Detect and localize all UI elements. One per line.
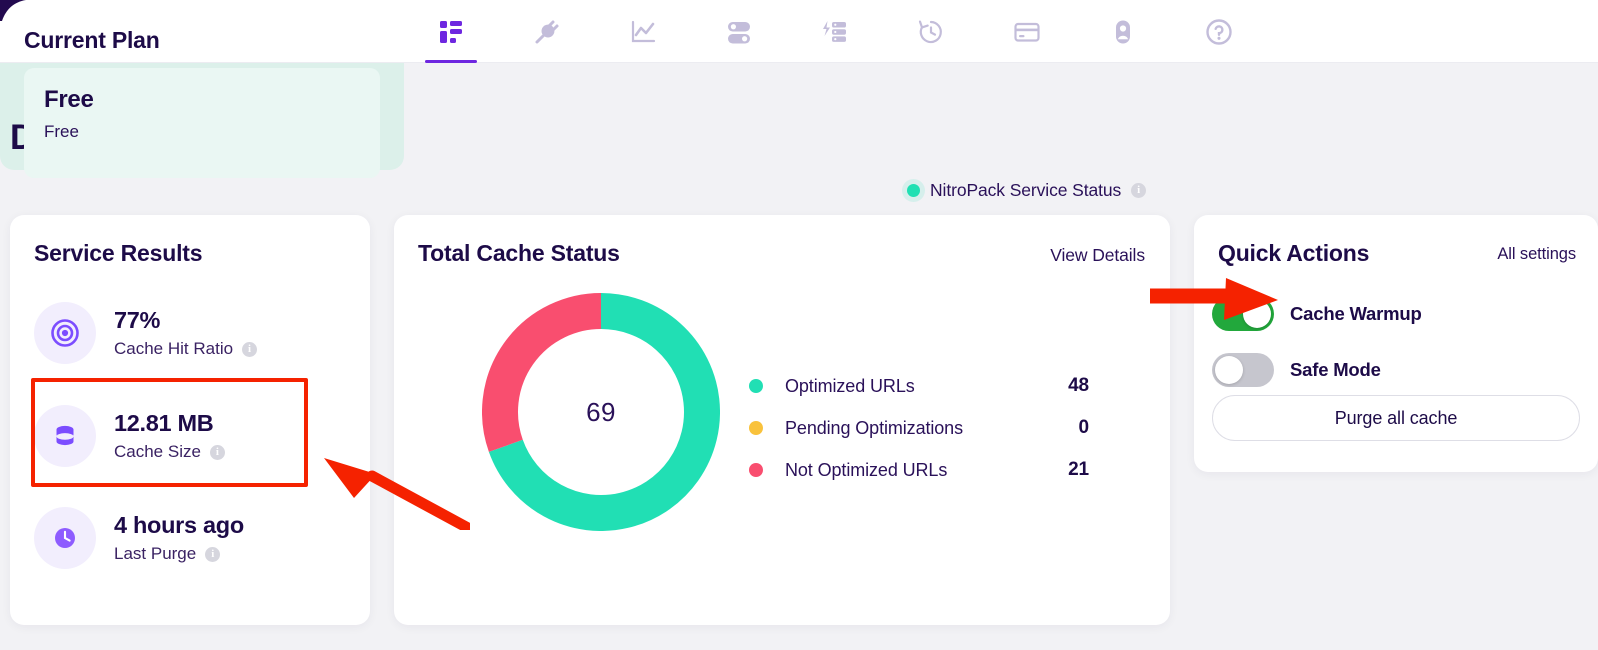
info-icon[interactable]: i — [209, 444, 225, 460]
active-tab-indicator — [425, 60, 477, 63]
plan-name: Free — [44, 86, 94, 113]
legend-dot-icon — [749, 421, 763, 435]
legend-label: Pending Optimizations — [785, 417, 963, 438]
line-chart-icon — [631, 20, 656, 42]
nav-tab-analytics[interactable] — [612, 0, 674, 63]
donut-center-total: 69 — [586, 396, 616, 427]
current-plan-title: Current Plan — [24, 27, 160, 53]
service-result-label-row: Cache Hit Ratio i — [114, 339, 258, 359]
info-icon[interactable]: i — [205, 546, 221, 562]
service-result-label-row: Last Purge i — [114, 544, 244, 564]
top-navigation-bar — [0, 0, 1598, 63]
nav-tab-list — [420, 0, 1250, 63]
cache-warmup-toggle[interactable] — [1212, 297, 1274, 331]
service-result-value: 12.81 MB — [114, 410, 214, 436]
service-result-label: Cache Size — [114, 442, 201, 461]
nav-tab-dashboard[interactable] — [420, 0, 482, 63]
quick-action-safe-mode: Safe Mode — [1212, 353, 1381, 387]
service-result-last-purge[interactable]: 4 hours ago Last Purge i — [34, 495, 334, 581]
service-status-label: NitroPack Service Status — [930, 179, 1122, 200]
nav-tab-account[interactable] — [1092, 0, 1154, 63]
legend-item-not-optimized-urls: Not Optimized URLs 21 — [749, 449, 1089, 491]
question-mark-icon — [1206, 18, 1232, 45]
legend-item-pending-optimizations: Pending Optimizations 0 — [749, 407, 1089, 449]
lightning-list-icon — [823, 20, 846, 42]
nav-tab-settings[interactable] — [708, 0, 770, 63]
service-result-cache-size[interactable]: 12.81 MB Cache Size i — [34, 393, 334, 479]
plan-subtitle: Free — [44, 122, 79, 141]
all-settings-link[interactable]: All settings — [1497, 245, 1576, 264]
legend-label: Not Optimized URLs — [785, 459, 948, 480]
legend-dot-icon — [749, 463, 763, 477]
nav-tab-plugins[interactable] — [516, 0, 578, 63]
dashboard-icon — [440, 20, 462, 43]
toggle-knob — [1215, 356, 1243, 384]
legend-value: 21 — [1068, 459, 1089, 480]
quick-action-cache-warmup: Cache Warmup — [1212, 297, 1422, 331]
clock-rewind-icon — [918, 20, 942, 43]
clock-icon — [34, 507, 96, 569]
nitropack-service-status: NitroPack Service Status i — [907, 177, 1147, 203]
info-icon[interactable]: i — [242, 341, 258, 357]
service-result-value: 4 hours ago — [114, 512, 244, 538]
service-result-label: Last Purge — [114, 544, 197, 563]
cache-warmup-label: Cache Warmup — [1290, 303, 1422, 324]
nav-tab-billing[interactable] — [996, 0, 1058, 63]
toggles-icon — [728, 21, 750, 43]
nav-tab-history[interactable] — [900, 0, 962, 63]
current-plan-inner-panel: Free Free — [24, 68, 380, 178]
user-icon — [1116, 20, 1130, 43]
view-details-link[interactable]: View Details — [1050, 245, 1145, 266]
info-icon[interactable]: i — [1131, 182, 1147, 198]
legend-value: 0 — [1078, 417, 1090, 438]
service-result-label-row: Cache Size i — [114, 442, 225, 462]
credit-card-icon — [1014, 22, 1040, 42]
legend-dot-icon — [749, 379, 763, 393]
service-result-cache-hit-ratio[interactable]: 77% Cache Hit Ratio i — [34, 290, 334, 376]
service-result-value: 77% — [114, 307, 161, 333]
brand-logo-corner — [0, 0, 30, 22]
status-dot-icon — [907, 183, 920, 197]
safe-mode-label: Safe Mode — [1290, 359, 1381, 380]
safe-mode-toggle[interactable] — [1212, 353, 1274, 387]
total-cache-status-title: Total Cache Status — [418, 240, 620, 266]
target-icon — [34, 302, 96, 364]
service-result-label: Cache Hit Ratio — [114, 339, 234, 358]
toggle-knob — [1243, 300, 1271, 328]
quick-actions-card: Quick Actions All settings Cache Warmup … — [1194, 215, 1598, 472]
database-icon — [34, 405, 96, 467]
nav-tab-optimization[interactable] — [804, 0, 866, 63]
legend-item-optimized-urls: Optimized URLs 48 — [749, 365, 1089, 407]
total-cache-status-card: Total Cache Status View Details 69 Optim… — [394, 215, 1170, 625]
cache-status-legend: Optimized URLs 48 Pending Optimizations … — [749, 365, 1089, 491]
quick-actions-title: Quick Actions — [1218, 240, 1370, 266]
plug-icon — [535, 20, 559, 43]
app-root: Dashboard NitroPack Service Status i Ser… — [0, 0, 1598, 650]
service-results-title: Service Results — [34, 240, 203, 266]
cache-status-donut-chart: 69 — [482, 293, 720, 531]
legend-label: Optimized URLs — [785, 375, 915, 396]
nav-tab-help[interactable] — [1188, 0, 1250, 63]
legend-value: 48 — [1068, 375, 1089, 396]
purge-all-cache-button[interactable]: Purge all cache — [1212, 395, 1580, 441]
service-results-card: Service Results 77% Cache Hit Ratio i 12… — [10, 215, 370, 625]
